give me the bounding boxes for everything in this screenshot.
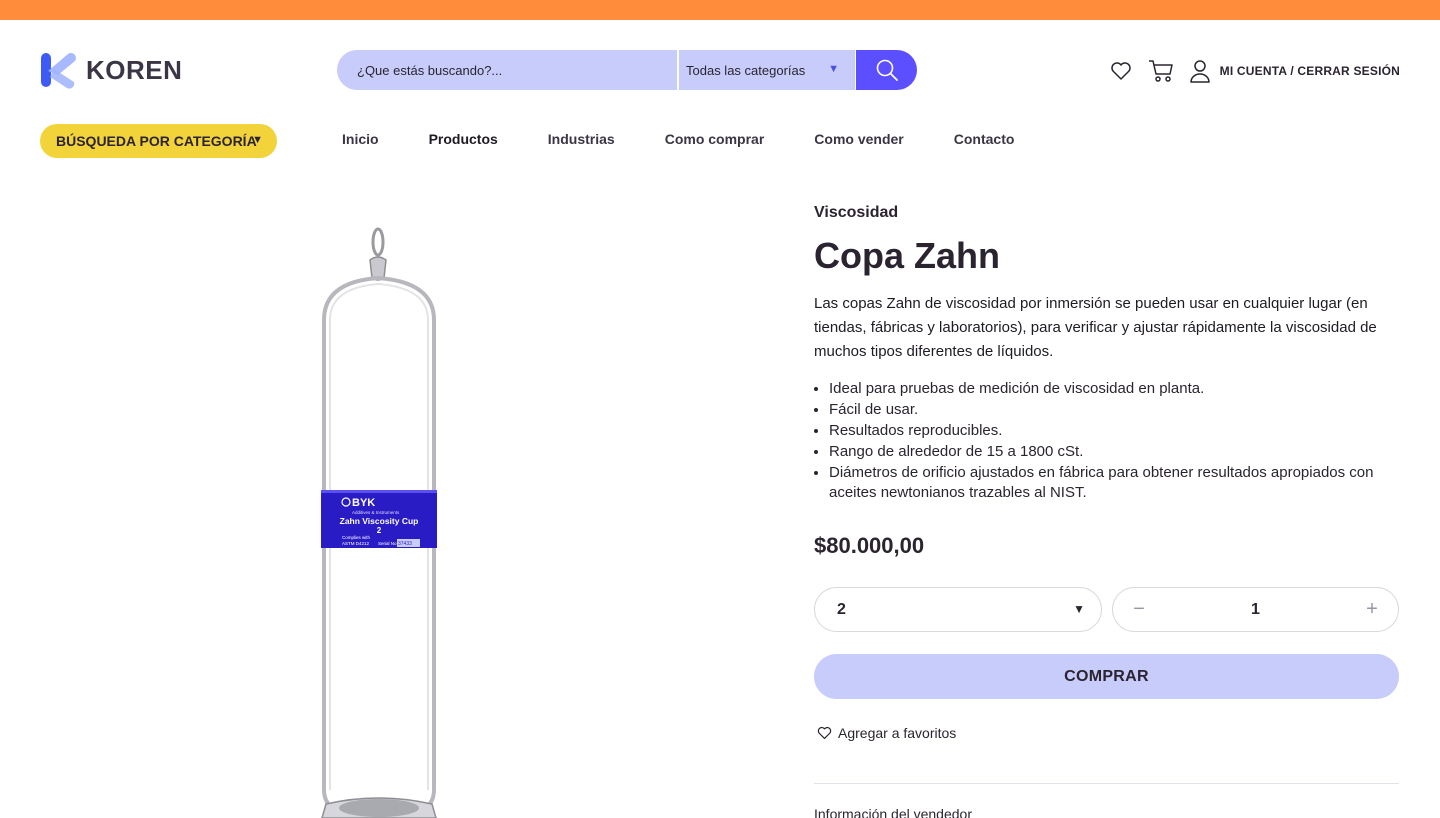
heart-icon (1110, 62, 1131, 80)
quantity-stepper: − 1 + (1112, 587, 1399, 632)
user-icon (1189, 60, 1210, 83)
account-button[interactable] (1189, 59, 1210, 83)
divider (814, 783, 1399, 784)
category-search-label: BÚSQUEDA POR CATEGORÍA (56, 133, 257, 149)
wishlist-button[interactable] (1110, 61, 1132, 81)
chevron-down-icon: ▼ (252, 134, 263, 146)
label-size: 2 (377, 526, 382, 535)
seller-info-heading[interactable]: Información del vendedor (814, 806, 1399, 818)
list-item: Diámetros de orificio ajustados en fábri… (829, 462, 1399, 503)
search-button[interactable] (856, 50, 917, 90)
add-to-favorites-button[interactable]: Agregar a favoritos (814, 725, 1399, 741)
search-icon (876, 59, 898, 81)
category-select-value: Todas las categorías (686, 62, 806, 78)
nav-item-industrias[interactable]: Industrias (548, 131, 615, 147)
category-select[interactable]: Todas las categorías ▼ (679, 50, 855, 90)
k-logo-icon (41, 53, 76, 89)
chevron-down-icon: ▼ (828, 63, 839, 75)
label-astm: ASTM D4212 (342, 541, 370, 546)
heart-icon (817, 726, 832, 740)
cart-icon (1148, 60, 1173, 82)
quantity-decrease-button[interactable]: − (1131, 598, 1147, 621)
product-title: Copa Zahn (814, 235, 1000, 276)
nav-item-productos[interactable]: Productos (429, 131, 498, 147)
product-category[interactable]: Viscosidad (814, 204, 1399, 222)
list-item: Ideal para pruebas de medición de viscos… (829, 378, 1399, 399)
logo[interactable]: KOREN (40, 50, 182, 90)
variant-select[interactable]: 2 ▼ (814, 587, 1102, 632)
category-search-button[interactable]: BÚSQUEDA POR CATEGORÍA ▼ (40, 124, 277, 158)
brand-name: KOREN (86, 54, 183, 85)
purchase-controls: 2 ▼ − 1 + (814, 587, 1399, 632)
product-price: $80.000,00 (814, 533, 925, 558)
quantity-value[interactable]: 1 (1251, 601, 1260, 619)
add-to-favorites-label: Agregar a favoritos (838, 725, 957, 741)
label-product-name: Zahn Viscosity Cup (340, 516, 419, 526)
chevron-down-icon: ▼ (1073, 602, 1085, 616)
label-serial: 37433 (398, 541, 412, 547)
cart-button[interactable] (1148, 59, 1174, 83)
nav-item-inicio[interactable]: Inicio (342, 131, 379, 147)
quantity-increase-button[interactable]: + (1364, 598, 1380, 621)
list-item: Rango de alrededor de 15 a 1800 cSt. (829, 441, 1399, 462)
product-description: Las copas Zahn de viscosidad por inmersi… (814, 295, 1377, 360)
account-link[interactable]: MI CUENTA / CERRAR SESIÓN (1220, 64, 1400, 78)
top-accent-strip (0, 0, 1440, 20)
label-brand: BYK (352, 497, 375, 509)
main-nav: Inicio Productos Industrias Como comprar… (342, 131, 1064, 147)
label-compliance: Complies with (342, 535, 371, 540)
product-info: Viscosidad Copa Zahn Las copas Zahn de v… (814, 204, 1399, 818)
nav-item-como-vender[interactable]: Como vender (814, 131, 903, 147)
search-input[interactable] (337, 50, 677, 90)
product-image: BYK Additives & Instruments Zahn Viscosi… (300, 220, 460, 818)
search-bar: Todas las categorías ▼ (337, 50, 917, 90)
list-item: Fácil de usar. (829, 399, 1399, 420)
list-item: Resultados reproducibles. (829, 420, 1399, 441)
nav-item-como-comprar[interactable]: Como comprar (665, 131, 765, 147)
nav-item-contacto[interactable]: Contacto (954, 131, 1015, 147)
feature-list: Ideal para pruebas de medición de viscos… (814, 378, 1399, 503)
buy-button[interactable]: COMPRAR (814, 654, 1399, 699)
label-subtitle: Additives & Instruments (352, 510, 400, 515)
header-actions: MI CUENTA / CERRAR SESIÓN (1096, 58, 1400, 84)
label-serial-label: Serial No. (378, 541, 398, 546)
variant-select-value: 2 (837, 600, 846, 618)
